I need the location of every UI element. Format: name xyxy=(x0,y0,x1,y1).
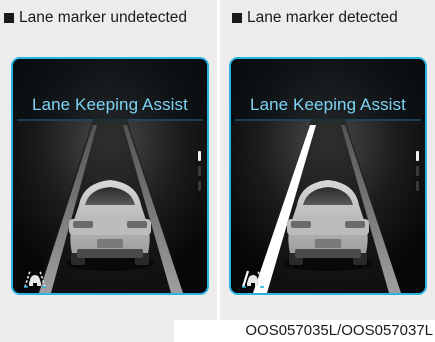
bullet-square xyxy=(232,13,242,23)
panel-heading-text: Lane marker detected xyxy=(247,9,398,26)
cluster-display: Lane Keeping Assist xyxy=(229,57,427,295)
bullet-square xyxy=(4,13,14,23)
panel-heading: Lane marker detected xyxy=(232,8,398,28)
panel-heading: Lane marker undetected xyxy=(4,8,187,28)
lane-indicator-icon xyxy=(416,151,419,195)
panel-heading-text: Lane marker undetected xyxy=(19,9,188,26)
figure-caption: OOS057035L/OOS057037L xyxy=(174,320,435,342)
panel-lane-undetected: Lane marker undetected Lane Keeping Assi… xyxy=(0,0,217,326)
lane-keeping-assist-icon xyxy=(24,270,46,288)
lane-indicator-icon xyxy=(198,151,201,195)
panel-lane-detected: Lane marker detected Lane Keeping Assist xyxy=(220,0,435,326)
screen-title: Lane Keeping Assist xyxy=(32,95,188,114)
screen-title: Lane Keeping Assist xyxy=(250,95,406,114)
cluster-display: Lane Keeping Assist xyxy=(11,57,209,295)
lane-keeping-assist-icon xyxy=(241,270,264,288)
